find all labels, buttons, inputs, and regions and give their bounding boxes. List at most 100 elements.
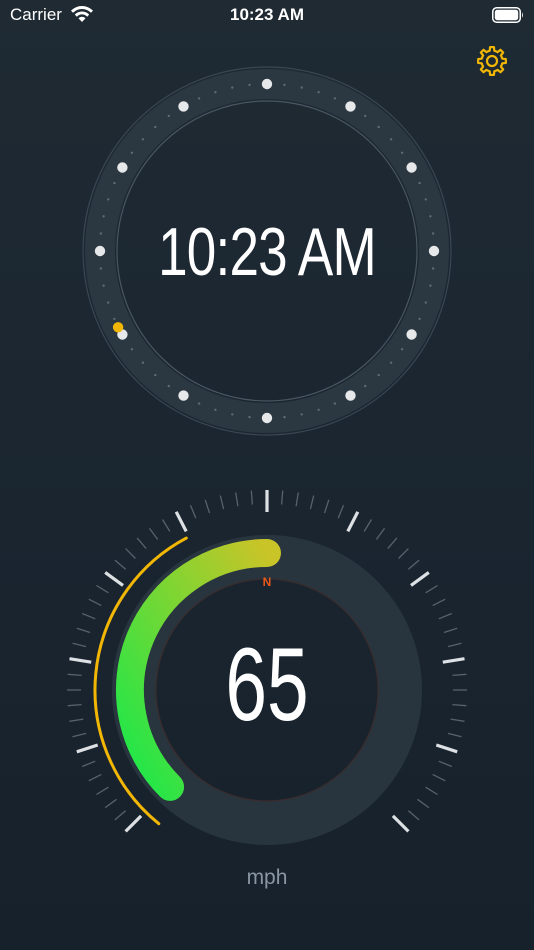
clock-minute-dot [113,181,116,185]
gauge-minor-tick [375,527,386,540]
gauge-major-tick [410,571,430,587]
gauge-minor-tick [114,559,127,570]
gauge-minor-tick [407,810,420,821]
clock-minute-dot [389,138,393,141]
clock-minute-dot [167,114,170,118]
speed-unit: mph [246,866,288,889]
gauge-minor-tick [432,598,446,607]
gauge-major-tick [346,511,360,533]
gauge-minor-tick [114,810,127,821]
clock-minute-dot [197,402,201,405]
gauge-major-tick [442,657,465,664]
clock-indicator-dot [112,322,124,333]
gauge-minor-tick [235,492,239,507]
gauge-minor-tick [363,519,373,532]
clock-minute-dot [99,267,103,270]
clock-hour-marker [94,245,106,257]
speed-value: 65 [225,627,309,743]
clock-minute-dot [102,284,105,287]
clock-minute-dot [364,384,367,388]
gauge-minor-tick [280,490,284,505]
clock-minute-dot [317,91,320,94]
clock-minute-dot [429,284,432,287]
status-bar: Carrier 10:23 AM [0,0,534,30]
clock-minute-dot [431,267,435,270]
clock-hour-marker [345,390,356,401]
gauge-minor-tick [189,504,197,519]
gauge-minor-tick [88,598,102,607]
gauge-minor-tick [148,527,159,540]
clock-minute-dot [214,408,217,411]
gauge-minor-tick [81,612,96,620]
clock-minute-dot [102,215,105,218]
gauge-minor-tick [72,642,87,648]
gauge-minor-tick [398,548,409,559]
clock-minute-dot [300,413,303,416]
gauge-minor-tick [452,703,467,707]
clock-minute-dot [248,83,251,87]
clock-minute-dot [248,415,251,419]
clock-minute-dot [333,97,337,100]
gauge-major-tick [76,743,99,754]
gauge-major-tick [69,657,92,664]
gauge-minor-tick [417,798,430,809]
gauge-minor-tick [161,519,171,532]
status-time: 10:23 AM [229,5,304,24]
gauge-minor-tick [67,703,82,707]
battery-icon [492,7,523,23]
clock-minute-dot [214,91,217,94]
clock-minute-dot [418,181,421,185]
clock-minute-dot [154,373,157,377]
clock-minute-dot [99,232,103,235]
clock-minute-dot [333,402,337,405]
gauge-minor-tick [125,548,136,559]
clock-minute-dot [141,361,145,364]
gauge-minor-tick [81,760,96,768]
clock-minute-dot [389,361,393,364]
compass-heading: N [262,575,272,589]
clock-hour-marker [428,245,440,257]
gauge-minor-tick [447,642,462,648]
clock-minute-dot [197,97,201,100]
clock-minute-dot [364,114,367,118]
clock-minute-dot [231,413,234,416]
clock-minute-dot [429,215,432,218]
clock-minute-dot [317,408,320,411]
clock-hour-marker [406,162,417,173]
clock-minute-dot [154,125,157,129]
gauge-minor-tick [67,673,82,677]
gauge-minor-tick [72,732,87,738]
clock-hour-marker [345,101,356,112]
clock-hour-marker [261,78,273,90]
gauge-minor-tick [438,760,453,768]
gauge-minor-tick [204,499,211,514]
gauge-minor-tick [96,584,109,594]
gauge-minor-tick [432,773,446,782]
gauge-minor-tick [452,673,467,677]
clock-minute-dot [167,384,170,388]
clock-hour-marker [261,412,273,424]
gauge-minor-tick [309,495,315,510]
clock-minute-dot [283,415,286,419]
gauge-minor-tick [69,718,84,722]
gauge-minor-tick [443,627,458,634]
clock-time-display: 10:23 AM [158,214,377,290]
clock-minute-dot [130,348,134,351]
gauge-major-tick [124,814,143,833]
clock-minute-dot [431,232,435,235]
gauge-major-tick [174,511,188,533]
clock-minute-dot [400,348,404,351]
gauge-minor-tick [295,492,299,507]
clock-minute-dot [283,83,286,87]
gear-icon[interactable] [474,43,510,79]
gauge-major-tick [391,814,410,833]
clock-minute-dot [424,301,427,304]
gauge-minor-tick [104,798,117,809]
gauge-minor-tick [219,495,225,510]
gauge-minor-tick [250,490,254,505]
gauge-minor-tick [76,627,91,634]
clock-minute-dot [418,317,421,321]
gauge-minor-tick [407,559,420,570]
clock-minute-dot [130,151,134,154]
clock-minute-dot [141,138,145,141]
